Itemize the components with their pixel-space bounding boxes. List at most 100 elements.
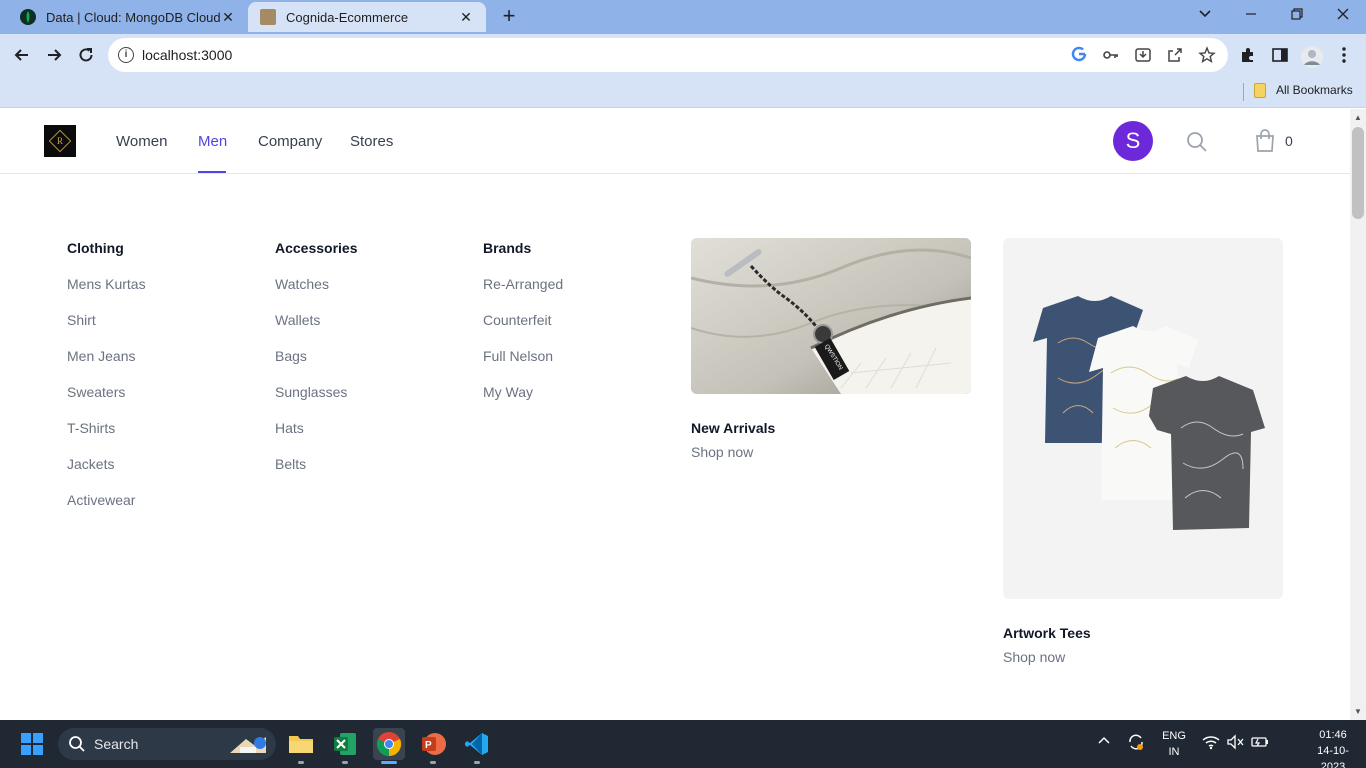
scrollbar-thumb[interactable] — [1352, 127, 1364, 219]
menu-link[interactable]: Sunglasses — [275, 384, 347, 400]
nav-company[interactable]: Company — [258, 133, 322, 150]
menu-link[interactable]: Bags — [275, 348, 307, 364]
browser-toolbar: i localhost:3000 — [0, 34, 1366, 76]
battery-icon[interactable] — [1251, 734, 1269, 753]
google-lens-icon[interactable] — [1070, 46, 1088, 64]
feature-title-new-arrivals[interactable]: New Arrivals — [691, 420, 775, 436]
excel-icon[interactable] — [329, 728, 361, 760]
cart-count[interactable]: 0 — [1285, 133, 1293, 149]
reload-button[interactable] — [74, 43, 98, 67]
scroll-down-icon[interactable]: ▼ — [1354, 707, 1362, 716]
menu-link[interactable]: Re-Arranged — [483, 276, 563, 292]
running-indicator — [342, 761, 348, 764]
key-icon[interactable] — [1102, 46, 1120, 64]
column-title-brands: Brands — [483, 240, 532, 256]
install-app-icon[interactable] — [1134, 46, 1152, 64]
side-panel-icon[interactable] — [1270, 46, 1290, 66]
tab-cognida[interactable]: Cognida-Ecommerce ✕ — [248, 2, 486, 32]
shop-now-link[interactable]: Shop now — [691, 444, 753, 460]
menu-link[interactable]: Jackets — [67, 456, 114, 472]
language-indicator[interactable]: ENG IN — [1158, 728, 1190, 760]
bookmarks-bar: All Bookmarks — [0, 76, 1366, 108]
powerpoint-icon[interactable]: P — [417, 728, 449, 760]
tab-title: Cognida-Ecommerce — [286, 9, 409, 25]
clock-date: 14-10-2023 — [1317, 745, 1349, 768]
nav-stores[interactable]: Stores — [350, 133, 393, 150]
bookmark-star-icon[interactable] — [1198, 46, 1216, 64]
menu-link[interactable]: Counterfeit — [483, 312, 551, 328]
region-code: IN — [1168, 746, 1180, 758]
forward-button[interactable] — [42, 43, 66, 67]
tab-title: Data | Cloud: MongoDB Cloud — [46, 9, 220, 25]
search-icon — [68, 735, 86, 753]
menu-link[interactable]: Sweaters — [67, 384, 125, 400]
vscode-icon[interactable] — [461, 728, 493, 760]
back-button[interactable] — [10, 43, 34, 67]
minimize-button[interactable] — [1239, 5, 1263, 27]
tab-strip: Data | Cloud: MongoDB Cloud ✕ Cognida-Ec… — [0, 0, 1366, 34]
sync-icon[interactable] — [1127, 733, 1145, 754]
shopping-bag-icon[interactable] — [1254, 129, 1276, 153]
site-favicon — [260, 9, 276, 25]
menu-link[interactable]: Full Nelson — [483, 348, 553, 364]
folder-icon — [1254, 83, 1266, 98]
close-icon[interactable]: ✕ — [458, 9, 474, 26]
user-avatar[interactable]: S — [1113, 121, 1153, 161]
menu-link[interactable]: Men Jeans — [67, 348, 135, 364]
menu-link[interactable]: Mens Kurtas — [67, 276, 146, 292]
nav-women[interactable]: Women — [116, 133, 167, 150]
menu-link[interactable]: Activewear — [67, 492, 135, 508]
tab-mongodb[interactable]: Data | Cloud: MongoDB Cloud ✕ — [8, 2, 248, 32]
show-hidden-icons-icon[interactable] — [1097, 734, 1111, 751]
menu-link[interactable]: T-Shirts — [67, 420, 115, 436]
column-title-accessories: Accessories — [275, 240, 358, 256]
all-bookmarks-button[interactable]: All Bookmarks — [1276, 83, 1353, 97]
taskbar-search-box[interactable]: Search — [58, 728, 276, 760]
file-explorer-icon[interactable] — [285, 728, 317, 760]
search-highlight-icon — [226, 731, 272, 757]
scroll-up-icon[interactable]: ▲ — [1354, 113, 1362, 122]
menu-link[interactable]: Belts — [275, 456, 306, 472]
menu-link[interactable]: My Way — [483, 384, 533, 400]
new-tab-button[interactable]: + — [498, 5, 520, 27]
menu-link[interactable]: Hats — [275, 420, 304, 436]
profile-avatar-icon[interactable] — [1301, 46, 1323, 68]
artwork-tees-image[interactable] — [1003, 238, 1283, 599]
tab-search-dropdown-icon[interactable] — [1193, 5, 1217, 27]
running-indicator — [474, 761, 480, 764]
wifi-icon[interactable] — [1202, 734, 1220, 753]
close-icon[interactable]: ✕ — [220, 9, 236, 26]
column-title-clothing: Clothing — [67, 240, 124, 256]
svg-text:P: P — [425, 740, 432, 751]
extensions-icon[interactable] — [1238, 46, 1258, 66]
search-label: Search — [94, 736, 139, 752]
windows-start-icon[interactable] — [21, 733, 43, 755]
share-icon[interactable] — [1166, 46, 1184, 64]
restore-button[interactable] — [1285, 5, 1309, 27]
system-clock[interactable]: 01:46 14-10-2023 — [1305, 727, 1361, 768]
brand-logo[interactable]: R — [44, 125, 76, 157]
url-text[interactable]: localhost:3000 — [142, 47, 232, 63]
page-viewport: R Women Men Company Stores S 0 Clothing … — [0, 109, 1350, 720]
site-info-icon[interactable]: i — [118, 47, 134, 63]
shop-now-link[interactable]: Shop now — [1003, 649, 1065, 665]
page-scrollbar[interactable]: ▲ ▼ — [1350, 109, 1366, 720]
active-nav-indicator — [198, 171, 226, 173]
feature-title-artwork-tees[interactable]: Artwork Tees — [1003, 625, 1091, 641]
volume-muted-icon[interactable] — [1226, 734, 1244, 753]
language-code: ENG — [1162, 730, 1186, 742]
new-arrivals-image[interactable]: QWSTION — [691, 238, 971, 394]
chrome-menu-icon[interactable] — [1334, 46, 1354, 66]
search-icon[interactable] — [1186, 131, 1208, 153]
menu-link[interactable]: Wallets — [275, 312, 320, 328]
menu-link[interactable]: Watches — [275, 276, 329, 292]
menu-link[interactable]: Shirt — [67, 312, 96, 328]
clock-time: 01:46 — [1319, 729, 1347, 741]
running-indicator — [430, 761, 436, 764]
close-window-button[interactable] — [1331, 5, 1355, 27]
chrome-icon[interactable] — [373, 728, 405, 760]
address-bar[interactable]: i localhost:3000 — [108, 38, 1228, 72]
running-indicator — [298, 761, 304, 764]
mongodb-leaf-icon — [20, 9, 36, 25]
nav-men[interactable]: Men — [198, 133, 227, 150]
